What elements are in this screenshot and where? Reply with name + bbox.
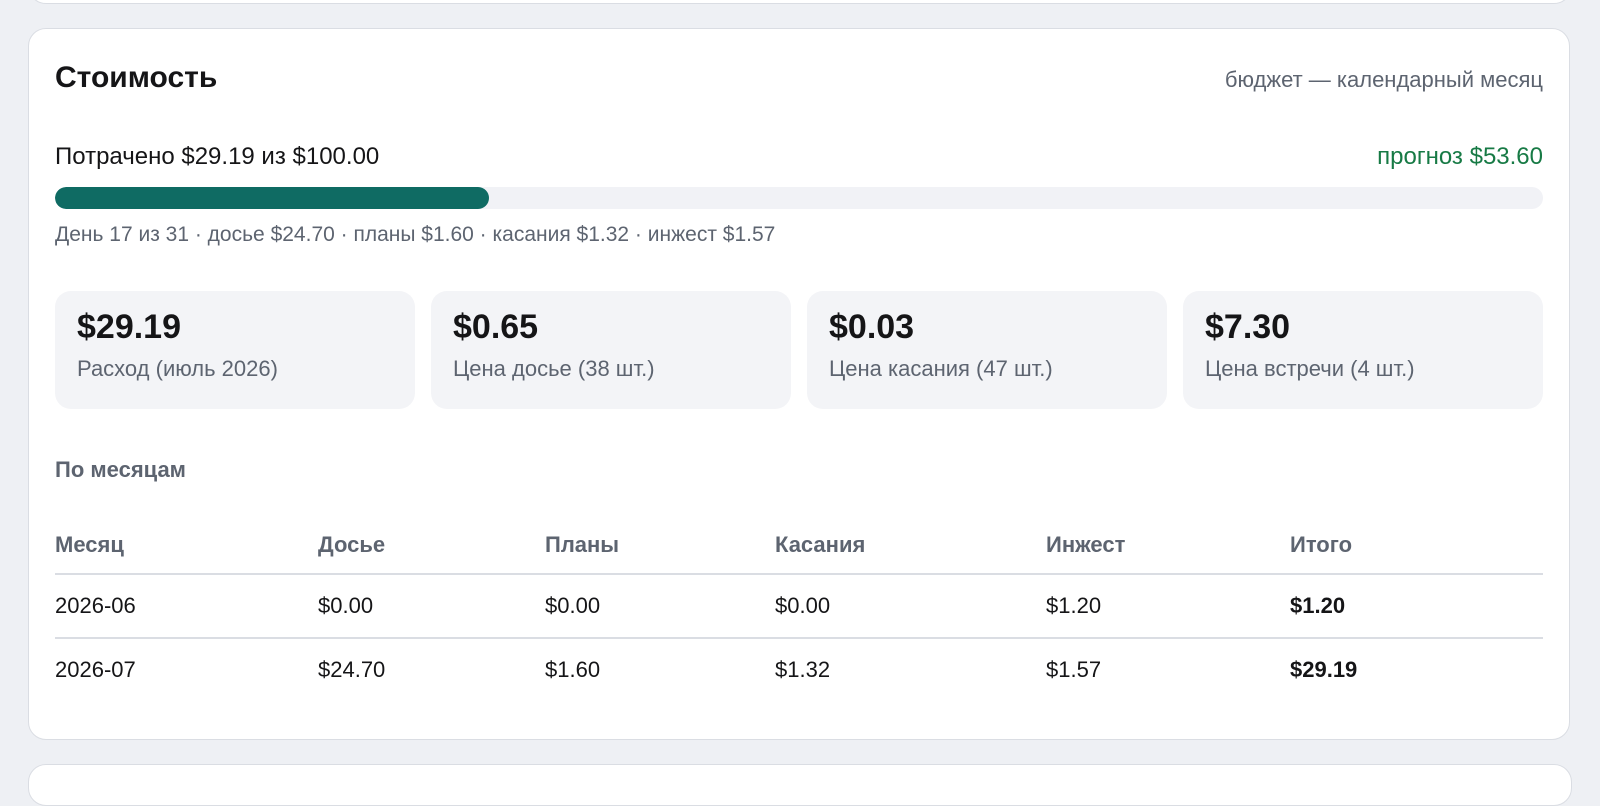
budget-period-label: бюджет — календарный месяц: [1224, 67, 1543, 92]
stat-label: Расход (июль 2026): [77, 356, 278, 382]
spent-row: Потрачено $29.19 из $100.00 прогноз $53.…: [55, 143, 1543, 171]
cell-plans: $1.60: [545, 657, 601, 682]
column-header-month: Месяц: [55, 517, 318, 575]
next-card-edge: [28, 764, 1572, 806]
cell-month: 2026-06: [55, 574, 318, 639]
column-header-touches: Касания: [775, 517, 1046, 575]
cell-ingest: $1.57: [1046, 657, 1102, 682]
cell-total: $1.20: [1290, 574, 1543, 639]
previous-card-edge: [28, 0, 1572, 4]
stat-card-spend: $29.19 Расход (июль 2026): [55, 291, 415, 409]
stat-value: $7.30: [1205, 308, 1291, 346]
spend-breakdown: День 17 из 31 · досье $24.70 · планы $1.…: [55, 223, 776, 246]
stats-row: $29.19 Расход (июль 2026) $0.65 Цена дос…: [55, 291, 1543, 409]
stat-card-touch-price: $0.03 Цена касания (47 шт.): [807, 291, 1167, 409]
cost-card: Стоимость бюджет — календарный месяц Пот…: [28, 28, 1570, 740]
table-header-row: Месяц Досье Планы Касания Инжест Итого: [55, 517, 1543, 575]
stat-value: $0.65: [453, 308, 539, 346]
cell-plans: $0.00: [545, 574, 775, 639]
column-header-total: Итого: [1290, 517, 1543, 575]
column-header-plans: Планы: [545, 517, 775, 575]
cell-month: 2026-07: [55, 657, 136, 682]
card-title: Стоимость: [55, 61, 218, 94]
card-header: Стоимость бюджет — календарный месяц: [55, 61, 1543, 95]
stat-value: $29.19: [77, 308, 181, 346]
stat-label: Цена встречи (4 шт.): [1205, 356, 1415, 382]
stat-label: Цена касания (47 шт.): [829, 356, 1053, 382]
column-header-ingest: Инжест: [1046, 517, 1290, 575]
forecast-text: прогноз $53.60: [1377, 143, 1543, 170]
budget-progress-fill: [55, 187, 490, 209]
cell-total: $29.19: [1290, 657, 1358, 682]
stat-label: Цена досье (38 шт.): [453, 356, 655, 382]
budget-progress-bar: [55, 187, 1543, 209]
cell-ingest: $1.20: [1046, 574, 1290, 639]
cell-dossier: $24.70: [318, 657, 386, 682]
monthly-table: Месяц Досье Планы Касания Инжест Итого 2…: [55, 517, 1543, 701]
table-row: 2026-07 $24.70 $1.60 $1.32 $1.57 $29.19: [55, 638, 1543, 701]
cell-touches: $0.00: [775, 574, 1046, 639]
table-row: 2026-06 $0.00 $0.00 $0.00 $1.20 $1.20: [55, 574, 1543, 639]
stat-card-dossier-price: $0.65 Цена досье (38 шт.): [431, 291, 791, 409]
stat-value: $0.03: [829, 308, 915, 346]
cell-touches: $1.32: [775, 657, 831, 682]
stat-card-meeting-price: $7.30 Цена встречи (4 шт.): [1183, 291, 1543, 409]
column-header-dossier: Досье: [318, 517, 545, 575]
spent-text: Потрачено $29.19 из $100.00: [55, 143, 380, 170]
cell-dossier: $0.00: [318, 574, 545, 639]
monthly-section-title: По месяцам: [55, 457, 186, 482]
